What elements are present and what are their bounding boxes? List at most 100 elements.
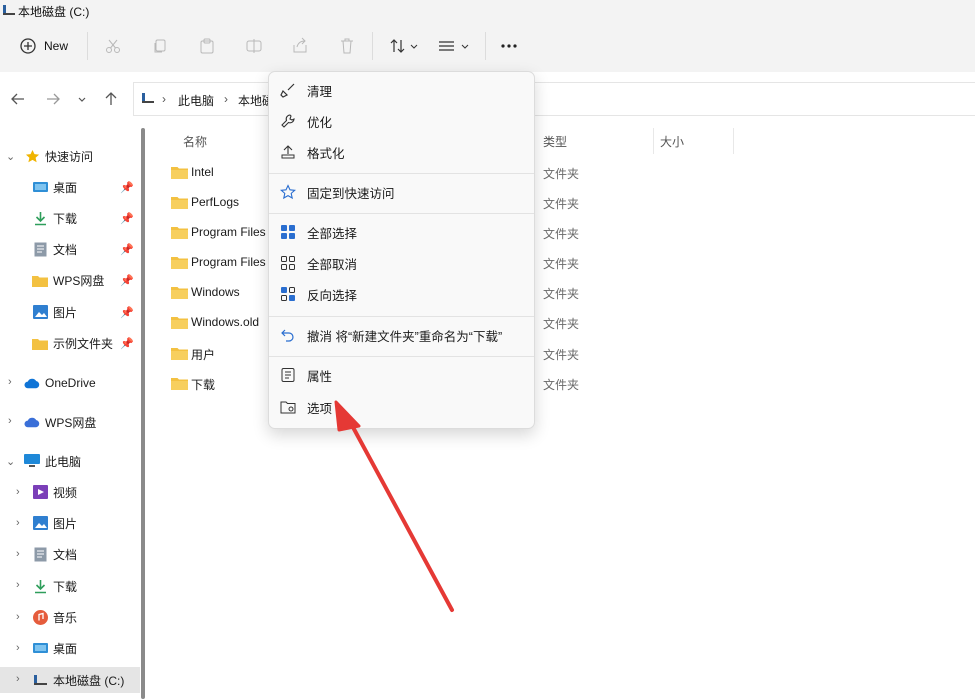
- wrench-icon: [279, 112, 297, 130]
- pin-icon[interactable]: 📌: [120, 274, 134, 287]
- address-bar[interactable]: › 此电脑 › 本地磁: [133, 82, 975, 116]
- back-icon[interactable]: [10, 91, 26, 107]
- nav-quick-access[interactable]: 快速访问: [24, 146, 93, 166]
- pictures-icon: [32, 304, 48, 320]
- nav-item-documents[interactable]: 文档: [32, 239, 77, 259]
- chevron-right-icon[interactable]: ›: [8, 415, 12, 427]
- menu-item-undo-rename[interactable]: 撤消 将“新建文件夹”重命名为“下载”: [273, 321, 530, 349]
- menu-item-select-all[interactable]: 全部选择: [273, 218, 530, 246]
- chevron-right-icon[interactable]: ›: [16, 548, 20, 560]
- menu-item-format[interactable]: 格式化: [273, 138, 530, 166]
- cloud-icon: [24, 375, 40, 391]
- menu-divider: [269, 316, 534, 317]
- file-type: 文件夹: [543, 257, 580, 271]
- chevron-right-icon[interactable]: ›: [16, 486, 20, 498]
- menu-item-label: 反向选择: [307, 288, 358, 303]
- nav-this-pc[interactable]: 此电脑: [24, 451, 81, 471]
- column-header-type[interactable]: 类型: [543, 133, 567, 150]
- nav-item-wps-drive[interactable]: WPS网盘: [32, 270, 104, 290]
- column-header-size[interactable]: 大小: [660, 133, 684, 150]
- menu-item-label: 清理: [307, 84, 333, 99]
- menu-item-label: 全部取消: [307, 257, 358, 272]
- nav-item-pictures[interactable]: 图片: [32, 302, 77, 322]
- chevron-right-icon[interactable]: ›: [8, 376, 12, 388]
- desktop-icon: [32, 640, 48, 656]
- menu-item-options[interactable]: 选项: [273, 393, 530, 421]
- file-type: 文件夹: [543, 317, 580, 331]
- sort-icon[interactable]: [388, 36, 420, 56]
- toolbar-divider: [485, 32, 486, 60]
- menu-item-optimize[interactable]: 优化: [273, 107, 530, 135]
- file-type: 文件夹: [543, 348, 580, 362]
- menu-item-invert-selection[interactable]: 反向选择: [273, 280, 530, 308]
- pin-icon[interactable]: 📌: [120, 212, 134, 225]
- nav-scrollbar[interactable]: [141, 128, 145, 699]
- file-type: 文件夹: [543, 167, 580, 181]
- menu-divider: [269, 173, 534, 174]
- chevron-right-icon[interactable]: ›: [16, 611, 20, 623]
- column-divider[interactable]: [653, 128, 654, 154]
- nav-item-pictures-pc[interactable]: 图片: [32, 513, 77, 533]
- menu-item-cleanup[interactable]: 清理: [273, 76, 530, 104]
- nav-item-sample-folder[interactable]: 示例文件夹: [32, 333, 113, 353]
- breadcrumb-separator: ›: [224, 92, 228, 106]
- breadcrumb-this-pc[interactable]: 此电脑: [178, 92, 214, 109]
- share-icon[interactable]: [290, 36, 310, 56]
- pin-icon[interactable]: 📌: [120, 181, 134, 194]
- folder-icon: [171, 167, 188, 179]
- chevron-right-icon[interactable]: ›: [16, 579, 20, 591]
- nav-wps-drive[interactable]: WPS网盘: [24, 412, 96, 432]
- copy-icon[interactable]: [150, 36, 170, 56]
- drive-icon: [2, 3, 16, 20]
- add-icon[interactable]: [18, 36, 38, 56]
- folder-icon: [171, 197, 188, 209]
- forward-icon[interactable]: [45, 91, 61, 107]
- nav-label: 本地磁盘 (C:): [53, 673, 125, 688]
- cut-icon[interactable]: [103, 36, 123, 56]
- nav-label: 桌面: [53, 641, 78, 656]
- title-bar: 本地磁盘 (C:): [0, 0, 975, 22]
- nav-item-download[interactable]: 下载: [32, 208, 77, 228]
- nav-item-desktop-pc[interactable]: 桌面: [32, 638, 77, 658]
- file-type: 文件夹: [543, 197, 580, 211]
- menu-item-select-none[interactable]: 全部取消: [273, 249, 530, 277]
- nav-label: 文档: [53, 547, 78, 562]
- menu-item-pin-quick-access[interactable]: 固定到快速访问: [273, 178, 530, 206]
- menu-divider: [269, 356, 534, 357]
- menu-item-label: 选项: [307, 401, 333, 416]
- paste-icon[interactable]: [197, 36, 217, 56]
- pin-icon[interactable]: 📌: [120, 337, 134, 350]
- more-icon[interactable]: [499, 36, 519, 56]
- nav-item-music[interactable]: 音乐: [32, 607, 77, 627]
- nav-label: 桌面: [53, 180, 78, 195]
- column-header-name[interactable]: 名称: [183, 133, 207, 150]
- chevron-down-icon[interactable]: ⌄: [6, 455, 15, 468]
- new-button[interactable]: New: [44, 39, 68, 53]
- nav-item-documents-pc[interactable]: 文档: [32, 544, 77, 564]
- undo-icon: [279, 326, 297, 344]
- nav-onedrive[interactable]: OneDrive: [24, 373, 96, 393]
- see-more-menu: 清理 优化 格式化 固定到快速访问 全部选择 全部取消 反向选择 撤消 将“新建…: [268, 71, 535, 429]
- column-divider[interactable]: [733, 128, 734, 154]
- nav-item-local-disk-c[interactable]: 本地磁盘 (C:): [32, 670, 124, 690]
- select-all-icon: [279, 223, 297, 241]
- pin-icon[interactable]: 📌: [120, 243, 134, 256]
- delete-icon[interactable]: [337, 36, 357, 56]
- nav-label: 下载: [53, 211, 78, 226]
- pin-icon[interactable]: 📌: [120, 306, 134, 319]
- chevron-right-icon[interactable]: ›: [16, 642, 20, 654]
- nav-label: OneDrive: [45, 376, 96, 390]
- nav-item-videos[interactable]: 视频: [32, 482, 77, 502]
- chevron-down-icon[interactable]: ⌄: [6, 150, 15, 163]
- up-icon[interactable]: [103, 91, 119, 107]
- nav-item-download-pc[interactable]: 下载: [32, 576, 77, 596]
- view-icon[interactable]: [437, 36, 471, 56]
- rename-icon[interactable]: [244, 36, 264, 56]
- recent-chevron-icon[interactable]: [76, 91, 88, 107]
- folder-icon: [171, 257, 188, 269]
- nav-item-desktop[interactable]: 桌面: [32, 177, 77, 197]
- chevron-right-icon[interactable]: ›: [16, 517, 20, 529]
- nav-label: 示例文件夹: [53, 336, 114, 351]
- menu-item-properties[interactable]: 属性: [273, 361, 530, 389]
- chevron-right-icon[interactable]: ›: [16, 673, 20, 685]
